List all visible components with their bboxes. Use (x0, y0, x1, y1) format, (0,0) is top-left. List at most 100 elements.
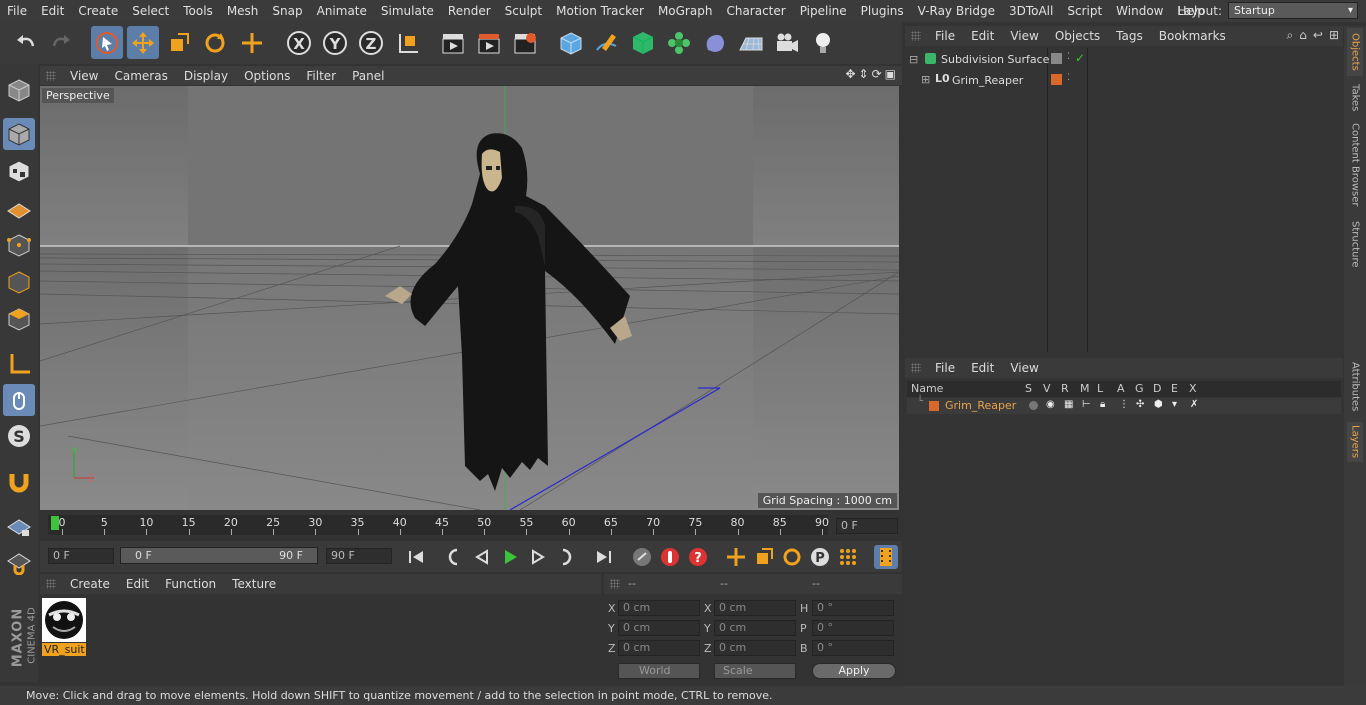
frame-range-slider[interactable]: 0 F 90 F (120, 547, 318, 564)
workplane-mode-button[interactable] (3, 192, 35, 224)
layer-column-e[interactable]: E (1171, 382, 1178, 395)
layer-column-g[interactable]: G (1135, 382, 1144, 395)
layer-manager-icon[interactable]: ⊢ (1082, 399, 1091, 410)
panel-grip[interactable] (911, 31, 921, 41)
key-rotation-button[interactable] (780, 545, 804, 569)
editor-render-dots-icon[interactable]: ⁚ (1067, 73, 1070, 83)
x-axis-lock-button[interactable]: X (283, 26, 315, 59)
coord-value-field[interactable]: 0 cm (714, 640, 796, 656)
model-mode-button[interactable] (3, 118, 35, 150)
object-row-grim-reaper[interactable]: ⊞ L0 Grim_Reaper ⁚ (905, 71, 1343, 91)
menu-mesh[interactable]: Mesh (220, 4, 266, 18)
coordinate-mode-select[interactable]: World (618, 663, 700, 679)
object-visibility-icon[interactable] (1051, 53, 1062, 64)
goto-end-button[interactable] (592, 545, 616, 569)
tab-structure[interactable]: Structure (1347, 216, 1363, 272)
add-floor-button[interactable] (735, 26, 767, 59)
workplane-lock-button[interactable] (3, 510, 35, 542)
panel-grip[interactable] (46, 70, 56, 81)
key-scale-button[interactable] (752, 545, 776, 569)
menu-tools[interactable]: Tools (176, 4, 220, 18)
layer-solo-icon[interactable] (1029, 401, 1038, 410)
layout-dropdown[interactable]: Startup (1228, 2, 1358, 19)
play-button[interactable] (498, 545, 522, 569)
coord-value-field[interactable]: 0 cm (618, 600, 700, 616)
live-selection-button[interactable] (91, 26, 123, 59)
menu-animate[interactable]: Animate (310, 4, 374, 18)
tweak-mode-button[interactable] (3, 384, 35, 416)
points-mode-button[interactable] (3, 229, 35, 261)
viewport-menu-cameras[interactable]: Cameras (106, 69, 175, 83)
axis-mode-button[interactable] (3, 348, 35, 380)
menu-pipeline[interactable]: Pipeline (793, 4, 854, 18)
make-editable-button[interactable] (3, 74, 35, 106)
current-frame-field[interactable]: 0 F (836, 518, 898, 534)
object-menu-tags[interactable]: Tags (1108, 29, 1151, 43)
layer-name[interactable]: Grim_Reaper (945, 399, 1016, 412)
material-menu-texture[interactable]: Texture (224, 577, 284, 591)
render-settings-button[interactable] (509, 26, 541, 59)
layer-column-a[interactable]: A (1117, 382, 1125, 395)
tab-objects[interactable]: Objects (1347, 28, 1363, 76)
z-axis-lock-button[interactable]: Z (355, 26, 387, 59)
apply-button[interactable]: Apply (812, 663, 896, 679)
coord-value-field[interactable]: 0 ° (812, 620, 894, 636)
editor-render-dots-icon[interactable]: ⁚ (1067, 52, 1070, 62)
enabled-check-icon[interactable]: ✓ (1075, 51, 1085, 65)
layer-animation-icon[interactable]: ⋮ (1119, 399, 1129, 410)
menu-simulate[interactable]: Simulate (374, 4, 441, 18)
coord-value-field[interactable]: 0 cm (714, 620, 796, 636)
goto-previous-key-button[interactable] (442, 545, 466, 569)
redo-button[interactable] (45, 26, 77, 59)
home-icon[interactable]: ⌂ (1299, 28, 1307, 43)
texture-mode-button[interactable] (3, 155, 35, 187)
menu-select[interactable]: Select (125, 4, 176, 18)
menu-plugins[interactable]: Plugins (854, 4, 911, 18)
coord-value-field[interactable]: 0 ° (812, 600, 894, 616)
layer-visible-eye-icon[interactable]: ◉ (1046, 399, 1055, 410)
add-camera-button[interactable] (771, 26, 803, 59)
menu-render[interactable]: Render (441, 4, 498, 18)
menu-edit[interactable]: Edit (34, 4, 71, 18)
layer-xref-icon[interactable]: ✗ (1190, 399, 1198, 410)
viewport-toggle-icon[interactable]: ▣ (885, 67, 896, 81)
object-menu-bookmarks[interactable]: Bookmarks (1151, 29, 1234, 43)
menu-3dtoall[interactable]: 3DToAll (1002, 4, 1060, 18)
object-menu-edit[interactable]: Edit (963, 29, 1002, 43)
viewport-pan-icon[interactable]: ✥ (845, 67, 855, 81)
size-mode-select[interactable]: Scale (714, 663, 796, 679)
menu-mograph[interactable]: MoGraph (651, 4, 720, 18)
render-view-button[interactable] (437, 26, 469, 59)
recent-tools-button[interactable] (236, 26, 268, 59)
tab-attributes[interactable]: Attributes (1347, 356, 1363, 418)
panel-grip[interactable] (46, 579, 56, 589)
layer-menu-file[interactable]: File (927, 361, 963, 375)
workplane-snap-button[interactable] (3, 546, 35, 578)
viewport-menu-display[interactable]: Display (176, 69, 236, 83)
tab-takes[interactable]: Takes (1347, 80, 1363, 116)
rotate-tool-button[interactable] (199, 26, 231, 59)
previous-frame-button[interactable] (470, 545, 494, 569)
viewport-menu-filter[interactable]: Filter (298, 69, 344, 83)
add-light-button[interactable] (807, 26, 839, 59)
add-subdivision-button[interactable] (627, 26, 659, 59)
tab-layers[interactable]: Layers (1347, 422, 1363, 462)
scale-tool-button[interactable] (163, 26, 195, 59)
keyframe-selection-button[interactable]: ? (686, 545, 710, 569)
snapping-button[interactable]: S (3, 420, 35, 452)
menu-character[interactable]: Character (719, 4, 792, 18)
undo-button[interactable] (10, 26, 42, 59)
object-menu-file[interactable]: File (927, 29, 963, 43)
coord-value-field[interactable]: 0 cm (618, 620, 700, 636)
coord-value-field[interactable]: 0 ° (812, 640, 894, 656)
layer-expressions-icon[interactable]: ▾ (1172, 399, 1177, 410)
add-deformer-button[interactable] (699, 26, 731, 59)
layer-color-swatch[interactable] (929, 401, 939, 411)
layer-column-v[interactable]: V (1043, 382, 1051, 395)
timeline-ruler[interactable]: 0 5 10 15 20 25 30 35 40 45 50 55 60 65 70 75 80 85 90 0 F (40, 510, 902, 540)
panel-grip[interactable] (610, 579, 620, 589)
layer-render-clapper-icon[interactable]: ▦ (1064, 399, 1073, 410)
add-mograph-button[interactable] (663, 26, 695, 59)
menu-window[interactable]: Window (1109, 4, 1170, 18)
autokey-button[interactable] (658, 545, 682, 569)
